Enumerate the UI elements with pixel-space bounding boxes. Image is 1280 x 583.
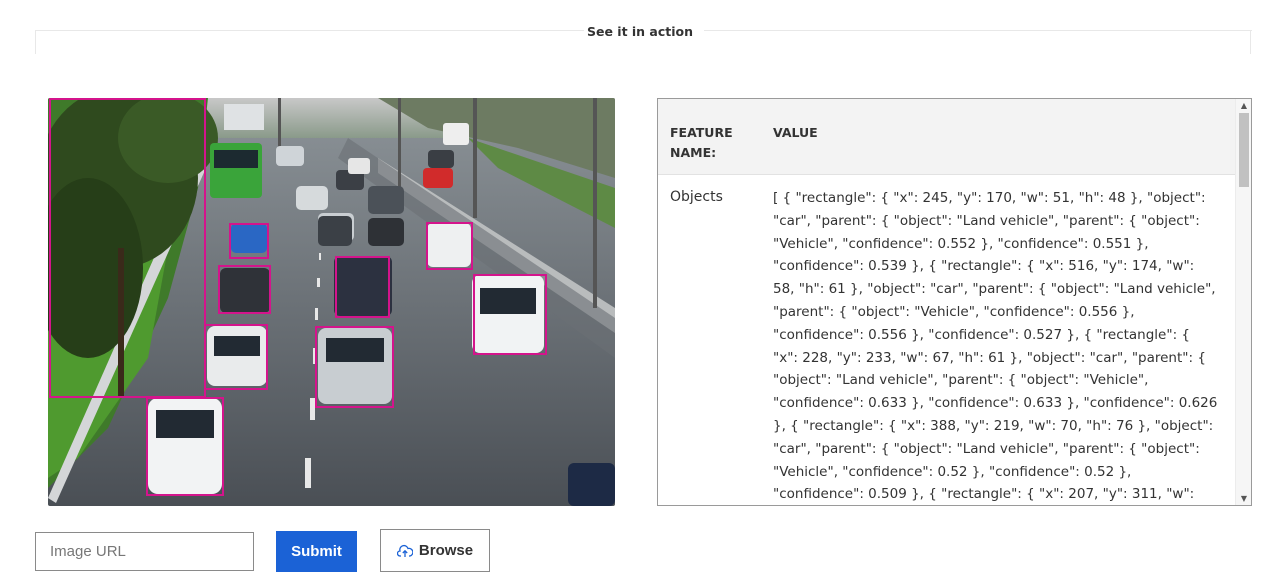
table-header: FEATURE NAME: VALUE <box>658 99 1235 175</box>
detection-box <box>473 274 547 355</box>
scroll-up-icon[interactable]: ▲ <box>1236 101 1251 110</box>
feature-value-cell: [ { "rectangle": { "x": 245, "y": 170, "… <box>773 190 1218 503</box>
detection-box <box>204 324 268 390</box>
analyzed-image <box>48 98 615 506</box>
feature-name-header: FEATURE NAME: <box>670 125 733 160</box>
detection-box <box>335 256 390 318</box>
browse-button[interactable]: Browse <box>380 529 490 572</box>
submit-button[interactable]: Submit <box>276 531 357 572</box>
table-scrollbar[interactable]: ▲ ▼ <box>1235 99 1251 505</box>
detection-box <box>229 223 269 259</box>
detection-box <box>426 222 473 270</box>
detection-box <box>146 397 224 496</box>
results-table[interactable]: FEATURE NAME: VALUE Objects [ { "rectang… <box>657 98 1252 506</box>
browse-label: Browse <box>418 542 474 559</box>
section-title: See it in action <box>586 24 694 39</box>
value-header: VALUE <box>773 125 818 140</box>
detection-box <box>49 98 206 398</box>
detection-box <box>315 326 394 408</box>
detection-box <box>218 265 271 314</box>
scroll-down-icon[interactable]: ▼ <box>1236 494 1251 503</box>
scrollbar-thumb[interactable] <box>1239 113 1249 187</box>
upload-cloud-icon <box>396 544 413 557</box>
image-url-input[interactable] <box>35 532 254 571</box>
feature-name-cell: Objects <box>670 189 723 205</box>
